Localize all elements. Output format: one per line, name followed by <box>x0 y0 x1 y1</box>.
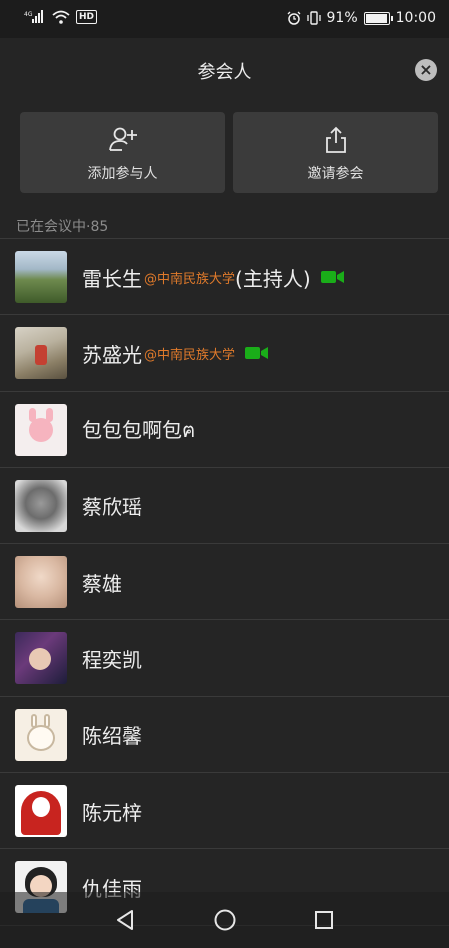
close-button[interactable]: × <box>415 59 437 81</box>
participant-name: 程奕凯 <box>82 647 142 672</box>
participant-name: 雷长生 <box>82 266 142 291</box>
vibrate-icon <box>306 11 321 25</box>
avatar <box>15 479 67 532</box>
participant-org: @中南民族大学 <box>144 271 236 287</box>
participant-row[interactable]: 蔡雄 <box>0 544 449 621</box>
page-title: 参会人 <box>197 62 252 83</box>
invite-label: 邀请参会 <box>307 166 364 182</box>
add-participant-label: 添加参与人 <box>87 166 158 182</box>
hd-badge: HD <box>76 10 98 24</box>
participant-name: 苏盛光 <box>82 342 142 367</box>
battery-icon <box>363 11 393 25</box>
clock: 10:00 <box>395 10 436 26</box>
video-camera-icon <box>320 270 345 284</box>
invite-button[interactable]: 邀请参会 <box>233 112 438 193</box>
participant-name: 蔡雄 <box>82 571 122 596</box>
battery-percent: 91% <box>326 10 358 26</box>
home-circle-icon[interactable] <box>213 908 237 932</box>
participant-row[interactable]: 雷长生 @中南民族大学 (主持人) <box>0 239 449 316</box>
participant-org: @中南民族大学 <box>144 347 236 363</box>
participant-list[interactable]: 雷长生 @中南民族大学 (主持人) 苏盛光 @中南民族大学 包包包啊包ฅ 蔡欣瑶… <box>0 239 449 926</box>
avatar <box>15 785 67 838</box>
avatar <box>15 403 67 456</box>
add-participant-button[interactable]: 添加参与人 <box>20 112 225 193</box>
recents-square-icon[interactable] <box>313 908 335 932</box>
share-icon <box>325 126 346 153</box>
participant-row[interactable]: 蔡欣瑶 <box>0 468 449 545</box>
participant-name: 陈绍馨 <box>82 724 142 749</box>
section-label: 已在会议中·85 <box>16 219 109 235</box>
avatar <box>15 632 67 685</box>
avatar <box>15 327 67 380</box>
signal-4g-label: 4G <box>24 11 33 18</box>
participant-name: 蔡欣瑶 <box>82 495 142 520</box>
participant-row[interactable]: 陈绍馨 <box>0 697 449 774</box>
participant-row[interactable]: 陈元梓 <box>0 773 449 850</box>
avatar <box>15 556 67 609</box>
video-camera-icon <box>245 346 269 360</box>
participant-name: 陈元梓 <box>82 800 142 825</box>
avatar <box>15 708 67 761</box>
status-bar: 4G HD 91% 10:00 <box>0 0 449 38</box>
host-tag: (主持人) <box>235 266 311 291</box>
add-user-icon <box>108 127 137 151</box>
wifi-icon <box>52 10 70 24</box>
alarm-icon <box>287 11 300 25</box>
participant-row[interactable]: 包包包啊包ฅ <box>0 392 449 468</box>
navigation-bar <box>0 892 449 948</box>
back-triangle-icon[interactable] <box>114 908 136 932</box>
participant-row[interactable]: 程奕凯 <box>0 620 449 697</box>
header: 参会人 × <box>0 38 449 104</box>
avatar <box>15 251 67 303</box>
signal-icon: 4G <box>24 10 43 23</box>
participant-name: 包包包啊包ฅ <box>82 417 196 442</box>
participant-row[interactable]: 苏盛光 @中南民族大学 <box>0 315 449 392</box>
